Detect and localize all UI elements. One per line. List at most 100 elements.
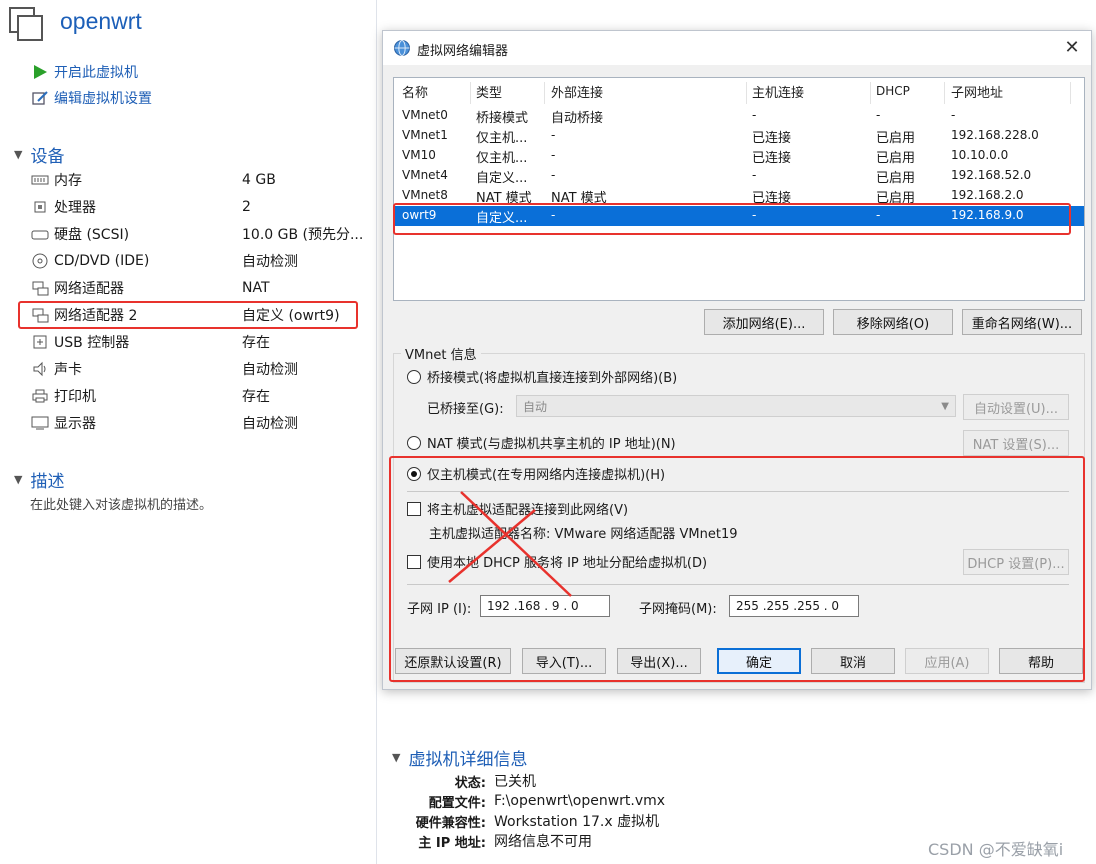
processor-icon — [30, 199, 50, 215]
collapse-triangle-icon: ▼ — [14, 473, 23, 486]
device-name: 显示器 — [54, 416, 96, 432]
device-row-hard-disk[interactable]: 硬盘 (SCSI) 10.0 GB (预先分... — [30, 222, 370, 246]
detail-value: Workstation 17.x 虚拟机 — [494, 814, 660, 830]
column-separator — [870, 82, 871, 104]
vm-title: openwrt — [60, 8, 142, 34]
vm-details: 状态: 已关机 配置文件: F:\openwrt\openwrt.vmx 硬件兼… — [398, 771, 798, 851]
device-row-sound-card[interactable]: 声卡 自动检测 — [30, 357, 370, 381]
cell-type: 桥接模式 — [476, 111, 529, 126]
device-value: 10.0 GB (预先分... — [242, 227, 364, 243]
devices-section-header[interactable]: ▼ 设备 — [14, 142, 64, 167]
cell-dhcp: 已启用 — [876, 131, 916, 146]
table-row[interactable]: VMnet0 桥接模式 自动桥接 - - - — [394, 106, 1084, 126]
device-name: 打印机 — [54, 389, 96, 405]
detail-label: 配置文件: — [428, 795, 486, 811]
description-text[interactable]: 在此处键入对该虚拟机的描述。 — [30, 494, 212, 513]
cell-external: 自动桥接 — [551, 111, 604, 126]
cell-name: VMnet0 — [402, 108, 448, 122]
cell-type: 仅主机... — [476, 131, 528, 146]
cell-external: - — [551, 148, 556, 162]
device-name: 处理器 — [54, 200, 96, 216]
monitor-icon — [30, 415, 50, 431]
cell-type: 自定义... — [476, 171, 528, 186]
device-name: 内存 — [54, 173, 82, 189]
column-header-subnet[interactable]: 子网地址 — [951, 82, 1003, 101]
network-adapter-2-highlight — [18, 301, 358, 329]
nat-mode-option[interactable]: NAT 模式(与虚拟机共享主机的 IP 地址)(N) — [407, 433, 676, 452]
device-name: CD/DVD (IDE) — [54, 253, 150, 269]
device-row-display[interactable]: 显示器 自动检测 — [30, 411, 370, 435]
cell-host: 已连接 — [752, 131, 792, 146]
panel-divider — [376, 0, 377, 864]
device-value: 自动检测 — [242, 362, 298, 378]
detail-value: 已关机 — [494, 774, 536, 790]
bridged-to-value: 自动 — [523, 399, 548, 414]
radio-button[interactable] — [407, 369, 421, 384]
cell-subnet: - — [951, 108, 956, 122]
network-table[interactable]: 名称 类型 外部连接 主机连接 DHCP 子网地址 VMnet0 桥接模式 自动… — [393, 77, 1085, 301]
device-row-printer[interactable]: 打印机 存在 — [30, 384, 370, 408]
network-adapter-icon — [30, 280, 50, 296]
device-value: 自动检测 — [242, 416, 298, 432]
column-header-type[interactable]: 类型 — [476, 82, 502, 101]
column-separator — [470, 82, 471, 104]
csdn-watermark: CSDN @不爱缺氧i — [928, 840, 1064, 859]
radio-button[interactable] — [407, 435, 421, 450]
rename-network-button[interactable]: 重命名网络(W)... — [962, 309, 1082, 335]
column-header-host[interactable]: 主机连接 — [752, 82, 804, 101]
table-row[interactable]: VM10 仅主机... - 已连接 已启用 10.10.0.0 — [394, 146, 1084, 166]
device-row-cd-dvd[interactable]: CD/DVD (IDE) 自动检测 — [30, 249, 370, 273]
remove-network-button[interactable]: 移除网络(O) — [833, 309, 953, 335]
vm-details-section-header[interactable]: ▼ 虚拟机详细信息 — [392, 745, 527, 770]
printer-icon — [30, 388, 50, 404]
description-section-header[interactable]: ▼ 描述 — [14, 467, 64, 492]
vm-header: openwrt — [0, 0, 376, 50]
device-name: 网络适配器 — [54, 281, 124, 297]
detail-label: 硬件兼容性: — [415, 815, 486, 831]
column-header-name[interactable]: 名称 — [402, 82, 428, 101]
collapse-triangle-icon: ▼ — [392, 751, 401, 764]
add-network-button[interactable]: 添加网络(E)... — [704, 309, 824, 335]
detail-value: 网络信息不可用 — [494, 834, 592, 850]
vm-tab-icon — [9, 7, 43, 41]
detail-value: F:\openwrt\openwrt.vmx — [494, 793, 666, 809]
device-row-network-adapter[interactable]: 网络适配器 NAT — [30, 276, 370, 300]
hard-disk-icon — [30, 226, 50, 242]
cell-dhcp: 已启用 — [876, 151, 916, 166]
detail-label: 状态: — [454, 775, 486, 791]
table-row[interactable]: VMnet1 仅主机... - 已连接 已启用 192.168.228.0 — [394, 126, 1084, 146]
bridged-to-select[interactable]: 自动 ▼ — [516, 395, 956, 417]
nat-settings-button[interactable]: NAT 设置(S)... — [963, 430, 1069, 456]
device-value: 存在 — [242, 389, 270, 405]
column-header-dhcp[interactable]: DHCP — [876, 84, 910, 98]
device-value: 4 GB — [242, 172, 276, 188]
column-header-external[interactable]: 外部连接 — [551, 82, 603, 101]
power-on-vm-link[interactable]: 开启此虚拟机 — [32, 62, 138, 82]
dialog-titlebar[interactable]: 虚拟网络编辑器 ✕ — [383, 31, 1091, 65]
power-on-label: 开启此虚拟机 — [54, 65, 138, 81]
cell-name: VMnet4 — [402, 168, 448, 182]
auto-settings-button[interactable]: 自动设置(U)... — [963, 394, 1069, 420]
nat-mode-label: NAT 模式(与虚拟机共享主机的 IP 地址)(N) — [427, 437, 676, 452]
device-row-memory[interactable]: 内存 4 GB — [30, 168, 370, 192]
bridged-mode-option[interactable]: 桥接模式(将虚拟机直接连接到外部网络)(B) — [407, 367, 677, 386]
detail-label: 主 IP 地址: — [418, 835, 486, 851]
device-row-processor[interactable]: 处理器 2 — [30, 195, 370, 219]
device-row-usb-controller[interactable]: USB 控制器 存在 — [30, 330, 370, 354]
edit-vm-settings-link[interactable]: 编辑虚拟机设置 — [32, 88, 152, 108]
vm-details-heading: 虚拟机详细信息 — [408, 750, 528, 770]
vmnet-info-label: VMnet 信息 — [401, 344, 481, 363]
column-separator — [1070, 82, 1071, 104]
chevron-down-icon: ▼ — [941, 400, 949, 412]
detail-row-primary-ip: 主 IP 地址: 网络信息不可用 — [398, 831, 798, 851]
cell-external: - — [551, 168, 556, 182]
cell-host: - — [752, 168, 757, 182]
column-separator — [746, 82, 747, 104]
table-row[interactable]: VMnet4 自定义... - - 已启用 192.168.52.0 — [394, 166, 1084, 186]
cell-name: VMnet8 — [402, 188, 448, 202]
cell-dhcp: 已启用 — [876, 171, 916, 186]
globe-network-icon — [394, 40, 410, 56]
device-name: 硬盘 (SCSI) — [54, 227, 130, 243]
selected-row-highlight — [393, 203, 1071, 235]
close-icon[interactable]: ✕ — [1061, 37, 1083, 59]
